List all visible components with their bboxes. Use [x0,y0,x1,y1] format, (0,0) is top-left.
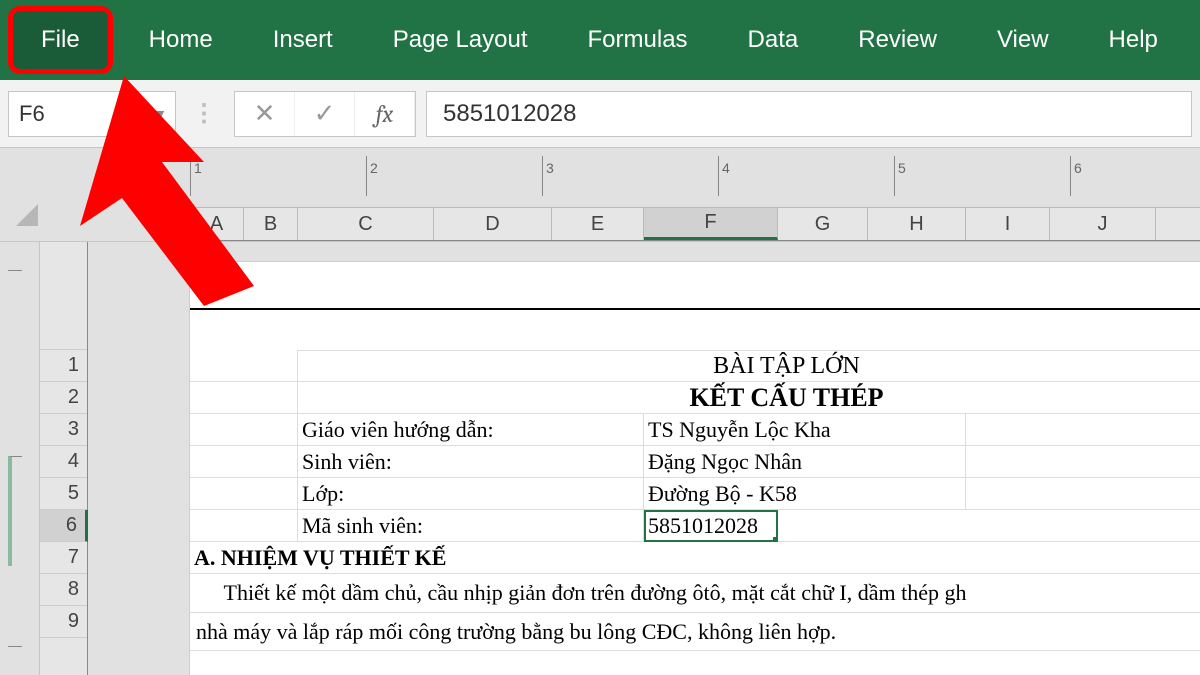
formula-bar: F6 ▼ ⋮ ✕ ✓ fx 5851012028 [0,80,1200,148]
horizontal-ruler: 1 2 3 4 5 6 [190,156,1200,196]
tab-file[interactable]: File [8,6,113,74]
tab-home[interactable]: Home [119,0,243,80]
ruler-tick: 5 [894,156,1070,196]
ruler-tick: 2 [366,156,542,196]
ruler-tick: 4 [718,156,894,196]
vertical-ruler [0,242,40,675]
tab-formulas[interactable]: Formulas [558,0,718,80]
cell-grid: BÀI TẬP LỚNKẾT CẤU THÉPGiáo viên hướng d… [190,350,1200,651]
column-header-D[interactable]: D [434,208,552,240]
tab-help[interactable]: Help [1079,0,1188,80]
name-box[interactable]: F6 ▼ [8,91,176,137]
row-header-4[interactable]: 4 [40,446,87,478]
formula-bar-divider: ⋮ [186,99,224,128]
section-a-heading[interactable]: A. NHIỆM VỤ THIẾT KẾ [190,542,1200,574]
formula-buttons: ✕ ✓ fx [234,91,416,137]
label-lop[interactable]: Lớp: [298,478,644,510]
ruler-area: 1 2 3 4 5 6 ABCDEFGHIJK [0,148,1200,242]
tab-insert[interactable]: Insert [243,0,363,80]
column-headers: ABCDEFGHIJK [190,207,1200,241]
row-header-7[interactable]: 7 [40,542,87,574]
formula-input[interactable]: 5851012028 [426,91,1192,137]
body-line-1[interactable]: Thiết kế một dầm chủ, cầu nhịp giản đơn … [190,574,1200,613]
column-header-E[interactable]: E [552,208,644,240]
cell[interactable] [778,510,1200,542]
title-2[interactable]: KẾT CẤU THÉP [298,382,1200,414]
row-header-8[interactable]: 8 [40,574,87,606]
tab-page-layout[interactable]: Page Layout [363,0,558,80]
grid-area: 123456789 BÀI TẬP LỚNKẾT CẤU THÉPGiáo vi… [0,242,1200,675]
row-header-6[interactable]: 6 [40,510,88,542]
tab-view[interactable]: View [967,0,1079,80]
vruler-tick [8,270,22,380]
ruler-tick: 6 [1070,156,1200,196]
row-header-2[interactable]: 2 [40,382,87,414]
value-msv[interactable]: 5851012028 [644,510,778,542]
row-header-3[interactable]: 3 [40,414,87,446]
column-header-A[interactable]: A [190,208,244,240]
cell[interactable] [190,478,298,510]
column-header-G[interactable]: G [778,208,868,240]
vruler-tick [8,646,22,675]
chevron-down-icon: ▼ [153,106,167,122]
column-header-F[interactable]: F [644,208,778,240]
row-headers: 123456789 [40,242,88,675]
cell[interactable] [190,350,298,382]
row-header-blank [40,242,87,350]
cell[interactable] [190,510,298,542]
value-lop[interactable]: Đường Bộ - K58 [644,478,966,510]
cell[interactable] [190,446,298,478]
column-header-K[interactable]: K [1156,208,1200,240]
column-header-J[interactable]: J [1050,208,1156,240]
vruler-tick [8,456,22,566]
column-header-B[interactable]: B [244,208,298,240]
label-msv[interactable]: Mã sinh viên: [298,510,644,542]
column-header-H[interactable]: H [868,208,966,240]
cell[interactable] [190,414,298,446]
name-box-value: F6 [19,101,45,127]
row-header-9[interactable]: 9 [40,606,87,638]
ruler-tick: 3 [542,156,718,196]
cell[interactable] [190,382,298,414]
sheet-canvas[interactable]: BÀI TẬP LỚNKẾT CẤU THÉPGiáo viên hướng d… [88,242,1200,675]
value-gvhd[interactable]: TS Nguyễn Lộc Kha [644,414,966,446]
cell[interactable] [966,414,1200,446]
page: BÀI TẬP LỚNKẾT CẤU THÉPGiáo viên hướng d… [190,262,1200,675]
label-sv[interactable]: Sinh viên: [298,446,644,478]
tab-review[interactable]: Review [828,0,967,80]
fx-button[interactable]: fx [355,92,415,136]
enter-icon[interactable]: ✓ [295,92,355,136]
label-gvhd[interactable]: Giáo viên hướng dẫn: [298,414,644,446]
row-header-1[interactable]: 1 [40,350,87,382]
column-header-I[interactable]: I [966,208,1050,240]
body-line-2[interactable]: nhà máy và lắp ráp mối công trường bằng … [190,613,1200,652]
select-all-triangle-icon[interactable] [4,192,44,232]
value-sv[interactable]: Đặng Ngọc Nhân [644,446,966,478]
cancel-icon[interactable]: ✕ [235,92,295,136]
cell[interactable] [966,478,1200,510]
title-1[interactable]: BÀI TẬP LỚN [298,350,1200,382]
ruler-tick: 1 [190,156,366,196]
ribbon: File Home Insert Page Layout Formulas Da… [0,0,1200,80]
row-header-5[interactable]: 5 [40,478,87,510]
cell[interactable] [966,446,1200,478]
tab-data[interactable]: Data [718,0,829,80]
column-header-C[interactable]: C [298,208,434,240]
